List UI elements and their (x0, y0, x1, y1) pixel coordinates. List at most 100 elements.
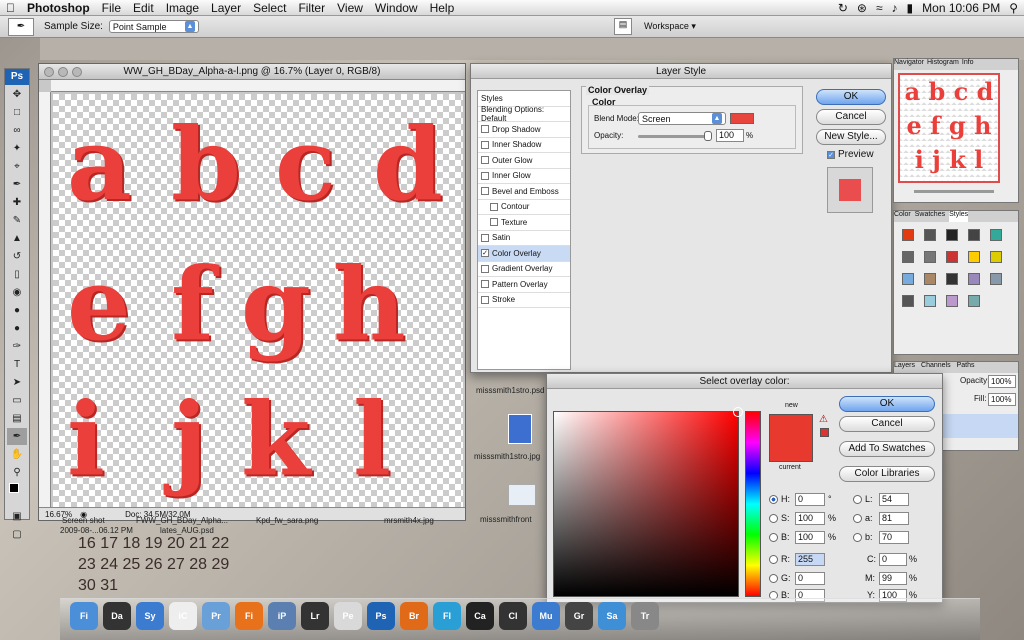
h-field[interactable]: 0 (795, 493, 825, 506)
style-swatch[interactable] (924, 295, 936, 307)
quick-mask-icon[interactable]: ▣ (7, 508, 27, 525)
blur-tool-icon[interactable]: ● (7, 302, 27, 319)
spotlight-icon[interactable]: ⚲ (1009, 1, 1018, 15)
layer-style-item[interactable]: Inner Shadow (478, 138, 570, 153)
crop-tool-icon[interactable]: ⌖ (7, 158, 27, 175)
vertical-ruler[interactable] (39, 92, 51, 507)
document-title-bar[interactable]: WW_GH_BDay_Alpha-a-l.png @ 16.7% (Layer … (39, 64, 465, 80)
c-field[interactable]: 0 (879, 553, 907, 566)
document-canvas[interactable]: a b c d e f g h i j k l (53, 94, 463, 509)
dock-trash-icon[interactable]: Tr (631, 602, 659, 630)
style-swatch[interactable] (946, 295, 958, 307)
radio-l[interactable] (853, 495, 862, 504)
eraser-tool-icon[interactable]: ▯ (7, 266, 27, 283)
eyedropper-tool-icon[interactable]: ✒ (7, 176, 27, 193)
menu-view[interactable]: View (331, 1, 369, 15)
dock-dashboard-icon[interactable]: Da (103, 602, 131, 630)
preview-checkbox[interactable]: ✓ Preview (827, 149, 874, 160)
color-field-cursor[interactable] (733, 407, 743, 417)
lasso-tool-icon[interactable]: ∞ (7, 122, 27, 139)
menu-select[interactable]: Select (247, 1, 292, 15)
style-swatch[interactable] (924, 251, 936, 263)
r-field[interactable]: 255 (795, 553, 825, 566)
picker-ok-button[interactable]: OK (839, 396, 935, 412)
screen-mode-icon[interactable]: ▢ (7, 526, 27, 543)
picker-cancel-button[interactable]: Cancel (839, 416, 935, 432)
blend-mode-select[interactable]: Screen ▲ (638, 112, 726, 125)
radio-lab-b[interactable] (853, 533, 862, 542)
layer-style-item[interactable]: Pattern Overlay (478, 277, 570, 293)
style-checkbox[interactable] (481, 187, 489, 196)
style-swatch[interactable] (946, 251, 958, 263)
style-checkbox[interactable] (481, 280, 489, 289)
layer-style-item[interactable]: ✓ Color Overlay (478, 246, 570, 262)
layer-style-item[interactable]: Drop Shadow (478, 122, 570, 138)
healing-tool-icon[interactable]: ✚ (7, 194, 27, 211)
magic-wand-tool-icon[interactable]: ✦ (7, 140, 27, 157)
layer-opacity-field[interactable]: 100% (988, 375, 1016, 388)
style-swatch[interactable] (946, 229, 958, 241)
color-libraries-button[interactable]: Color Libraries (839, 466, 935, 482)
navigator-zoom-slider[interactable] (914, 190, 994, 193)
ok-button[interactable]: OK (816, 89, 886, 105)
dock-flip-icon[interactable]: Fl (433, 602, 461, 630)
dock-br-icon[interactable]: Br (400, 602, 428, 630)
dock-music-icon[interactable]: Mu (532, 602, 560, 630)
style-checkbox[interactable] (490, 218, 498, 227)
volume-icon[interactable]: ♪ (892, 1, 898, 15)
layer-style-item[interactable]: Gradient Overlay (478, 262, 570, 277)
image-file-icon[interactable] (508, 484, 536, 506)
menu-layer[interactable]: Layer (205, 1, 247, 15)
eyedropper-tool-preset-icon[interactable]: ✒ (8, 17, 34, 36)
layer-fill-field[interactable]: 100% (988, 393, 1016, 406)
style-swatch[interactable] (924, 273, 936, 285)
sample-size-select[interactable]: Point Sample ▲ (108, 20, 199, 33)
opacity-slider[interactable] (638, 131, 712, 141)
radio-a[interactable] (853, 514, 862, 523)
style-swatch[interactable] (968, 229, 980, 241)
dock-lr-icon[interactable]: Lr (301, 602, 329, 630)
style-swatch[interactable] (902, 251, 914, 263)
tab-swatches[interactable]: Swatches (915, 211, 945, 222)
style-swatch[interactable] (946, 273, 958, 285)
apple-icon[interactable]:  (0, 1, 21, 15)
brush-tool-icon[interactable]: ✎ (7, 212, 27, 229)
workspace-menu[interactable]: Workspace ▾ (644, 21, 696, 32)
style-swatch[interactable] (902, 273, 914, 285)
zoom-tool-icon[interactable]: ⚲ (7, 464, 27, 481)
type-tool-icon[interactable]: T (7, 356, 27, 373)
l-field[interactable]: 54 (879, 493, 909, 506)
layer-style-item[interactable]: Inner Glow (478, 169, 570, 184)
style-checkbox[interactable]: ✓ (481, 249, 489, 258)
layer-style-item[interactable]: Blending Options: Default (478, 105, 570, 123)
dock-firefox-icon[interactable]: Fi (235, 602, 263, 630)
color-field[interactable] (553, 407, 743, 597)
layer-style-item[interactable]: Bevel and Emboss (478, 184, 570, 200)
dock-ical-icon[interactable]: iC (169, 602, 197, 630)
new-style-button[interactable]: New Style... (816, 129, 886, 145)
dock-finder-icon[interactable]: Fi (70, 602, 98, 630)
desktop-file-label[interactable]: misssmith1stro.jpg (474, 452, 540, 461)
bucket-tool-icon[interactable]: ◉ (7, 284, 27, 301)
desktop-file-label[interactable]: Kpd_fw_sara.png (256, 516, 318, 525)
battery-icon[interactable]: ▮ (907, 1, 914, 15)
dodge-tool-icon[interactable]: ● (7, 320, 27, 337)
layer-style-item[interactable]: Satin (478, 231, 570, 246)
close-icon[interactable] (44, 67, 54, 77)
path-select-tool-icon[interactable]: ➤ (7, 374, 27, 391)
s-field[interactable]: 100 (795, 512, 825, 525)
tab-paths[interactable]: Paths (957, 362, 975, 373)
stamp-tool-icon[interactable]: ▲ (7, 230, 27, 247)
style-checkbox[interactable] (481, 125, 489, 134)
menu-clock[interactable]: Mon 10:06 PM (922, 1, 1000, 15)
menu-file[interactable]: File (96, 1, 127, 15)
radio-g[interactable] (769, 574, 778, 583)
bluetooth-icon[interactable]: ⊛ (857, 1, 867, 15)
radio-h[interactable] (769, 495, 778, 504)
shape-tool-icon[interactable]: ▭ (7, 392, 27, 409)
opacity-slider-thumb[interactable] (704, 131, 712, 141)
navigator-thumbnail[interactable]: a b c d e f g h i j k l (898, 73, 1000, 183)
desktop-file-label[interactable]: misssmithfront (480, 515, 532, 524)
a-field[interactable]: 81 (879, 512, 909, 525)
sync-icon[interactable]: ↻ (838, 1, 848, 15)
